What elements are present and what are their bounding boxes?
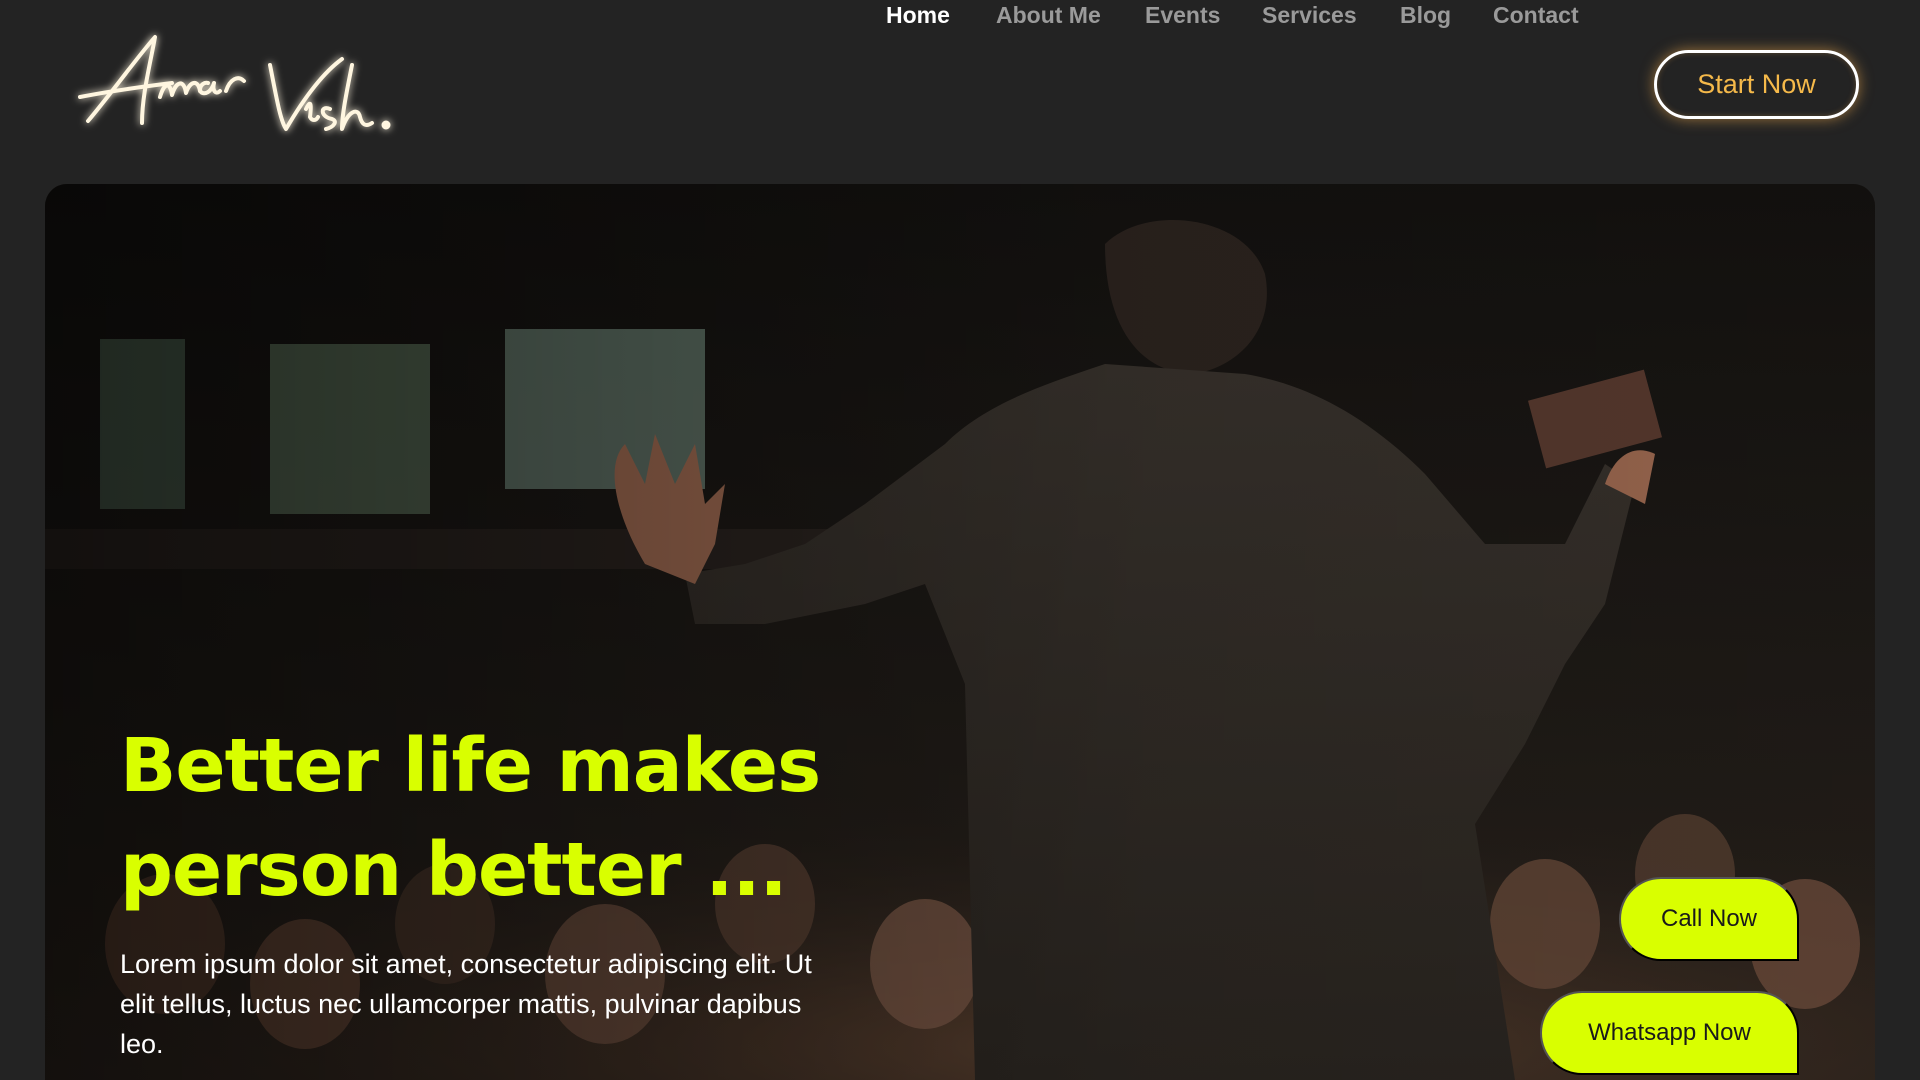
hero-description: Lorem ipsum dolor sit amet, consectetur …	[120, 949, 812, 1059]
whatsapp-now-button[interactable]: Whatsapp Now	[1540, 991, 1799, 1075]
hero-title-line-1: Better life makes	[120, 723, 821, 809]
site-header: Home About Me Events Services Blog Conta…	[0, 0, 1920, 180]
hero-title-line-2: person better ...	[120, 827, 788, 913]
logo[interactable]	[78, 25, 410, 150]
signature-logo-image	[78, 35, 391, 131]
nav-home[interactable]: Home	[886, 0, 950, 30]
nav-blog[interactable]: Blog	[1400, 0, 1451, 30]
nav-events[interactable]: Events	[1145, 0, 1220, 30]
nav-about-me[interactable]: About Me	[996, 0, 1101, 30]
hero-section: Better life makes person better ... Lore…	[45, 184, 1875, 1080]
hero-title: Better life makes person better ...	[120, 714, 1020, 922]
start-now-button[interactable]: Start Now	[1654, 50, 1859, 119]
nav-contact[interactable]: Contact	[1493, 0, 1579, 30]
nav-services[interactable]: Services	[1262, 0, 1357, 30]
call-now-button[interactable]: Call Now	[1619, 877, 1799, 961]
